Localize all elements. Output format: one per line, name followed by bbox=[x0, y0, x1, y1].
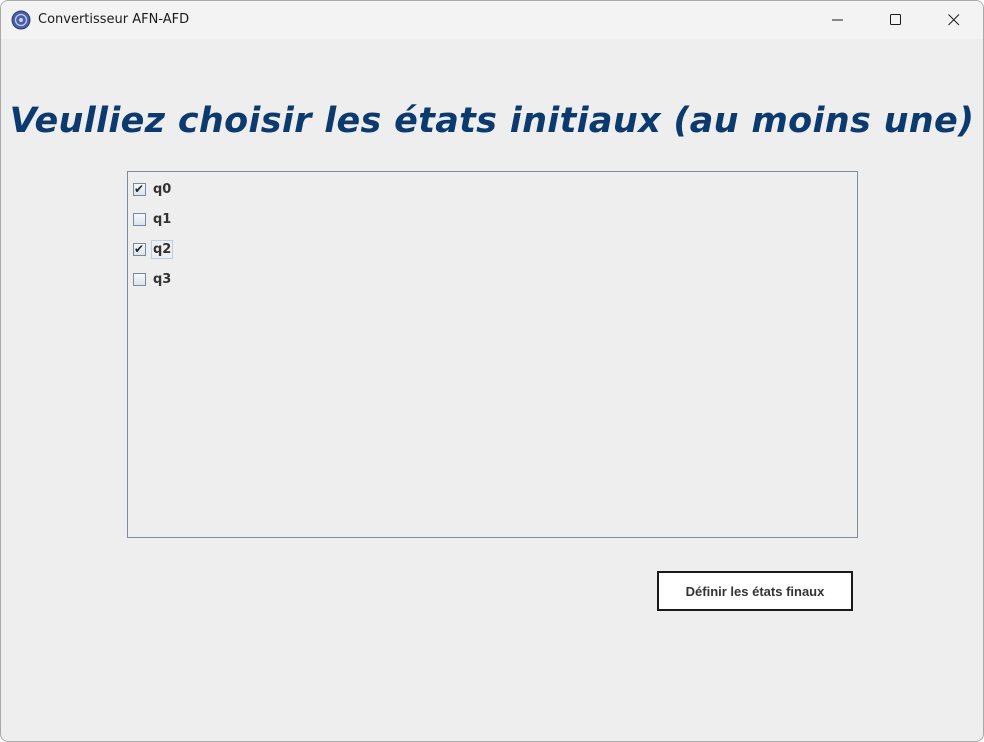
checkbox[interactable]: ✔ bbox=[133, 241, 146, 256]
maximize-button[interactable] bbox=[867, 1, 925, 39]
state-label: q3 bbox=[153, 271, 172, 287]
state-checkbox-q0[interactable]: ✔ q0 bbox=[133, 179, 172, 199]
minimize-button[interactable] bbox=[809, 1, 867, 39]
checkbox[interactable] bbox=[133, 272, 146, 286]
page-heading: Veulliez choisir les états initiaux (au … bbox=[9, 101, 975, 141]
initial-states-list: ✔ q0 q1 ✔ q2 q3 bbox=[127, 171, 858, 538]
checkbox[interactable]: ✔ bbox=[133, 181, 146, 196]
state-label: q2 bbox=[150, 239, 174, 259]
checkbox[interactable] bbox=[133, 212, 146, 226]
close-icon bbox=[948, 14, 960, 26]
checkmark-icon: ✔ bbox=[134, 181, 145, 196]
title-bar[interactable]: Convertisseur AFN-AFD bbox=[1, 1, 983, 39]
state-label: q0 bbox=[153, 181, 172, 197]
window-title: Convertisseur AFN-AFD bbox=[38, 12, 190, 27]
state-label: q1 bbox=[153, 211, 172, 227]
close-button[interactable] bbox=[925, 1, 983, 39]
state-checkbox-q1[interactable]: q1 bbox=[133, 209, 172, 229]
state-checkbox-q2[interactable]: ✔ q2 bbox=[133, 239, 174, 259]
java-app-icon bbox=[11, 10, 31, 30]
app-window: Convertisseur AFN-AFD Veulliez choisir l… bbox=[0, 0, 984, 742]
checkmark-icon: ✔ bbox=[134, 241, 145, 256]
maximize-icon bbox=[890, 14, 901, 25]
state-checkbox-q3[interactable]: q3 bbox=[133, 269, 172, 289]
minimize-icon bbox=[832, 19, 843, 21]
define-final-states-button[interactable]: Définir les états finaux bbox=[657, 571, 853, 611]
